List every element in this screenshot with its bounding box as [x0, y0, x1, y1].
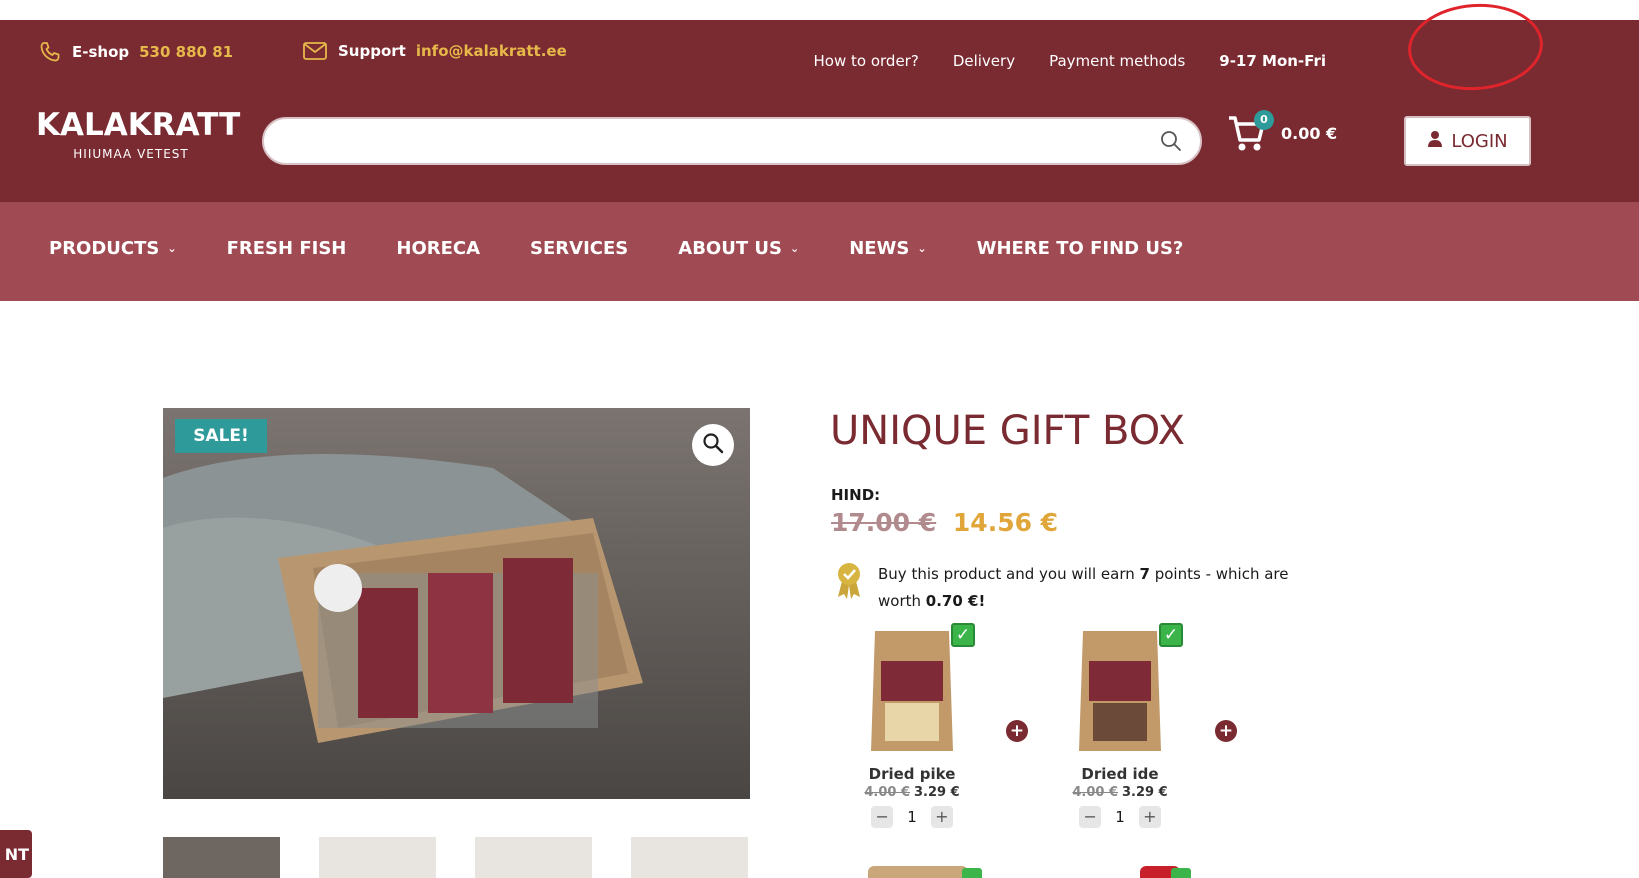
cart[interactable]: 0 0.00 € — [1227, 110, 1338, 154]
bundle-product-image[interactable]: ✓ — [1071, 623, 1183, 755]
nav-horeca-label: HORECA — [396, 238, 481, 259]
nav-news-label: NEWS — [849, 238, 910, 259]
nav-products-label: PRODUCTS — [49, 238, 160, 259]
mail-icon — [302, 40, 328, 62]
check-icon — [962, 868, 982, 878]
cart-total: 0.00 € — [1281, 123, 1338, 143]
bundle-item-price: 4.00 € 3.29 € — [1062, 785, 1178, 800]
nav-where-label: WHERE TO FIND US? — [976, 238, 1184, 259]
points-value: 7 — [1139, 565, 1150, 583]
bundle-item-name: Dried pike — [868, 765, 956, 783]
nav-about-us-label: ABOUT US — [678, 238, 782, 259]
zoom-icon — [702, 432, 724, 458]
quantity-stepper[interactable]: − 1 + — [1062, 806, 1178, 828]
top-links: How to order? Delivery Payment methods 9… — [814, 52, 1326, 70]
check-icon — [1171, 868, 1191, 878]
nav-where-to-find-us[interactable]: WHERE TO FIND US? — [977, 238, 1184, 259]
link-how-to-order[interactable]: How to order? — [814, 52, 919, 70]
bundle-product-image[interactable]: ✓ — [863, 623, 975, 755]
bundle-item-dried-ide[interactable]: ✓ Dried ide 4.00 € 3.29 € − 1 + — [1062, 623, 1183, 828]
support-label: Support — [338, 42, 406, 60]
product-title: UNIQUE GIFT BOX — [830, 408, 1186, 454]
points-text: Buy this product and you will earn — [878, 565, 1135, 583]
search-icon[interactable] — [1160, 130, 1182, 156]
product-price: 17.00 € 14.56 € — [831, 508, 1058, 537]
quantity-stepper[interactable]: − 1 + — [854, 806, 970, 828]
price-label: HIND: — [831, 486, 881, 504]
bundle-item-peek — [868, 866, 968, 878]
bundle-new-price: 3.29 € — [1122, 785, 1168, 800]
login-button[interactable]: LOGIN — [1404, 116, 1531, 166]
cart-icon[interactable] — [1227, 116, 1267, 158]
bundle-old-price: 4.00 € — [864, 785, 910, 800]
plus-icon[interactable]: + — [1138, 806, 1161, 828]
nav-services[interactable]: SERVICES — [530, 238, 628, 259]
product-main-image[interactable] — [163, 408, 750, 799]
eshop-label: E-shop — [72, 43, 130, 61]
eshop-phone-link[interactable]: 530 880 81 — [139, 43, 233, 61]
link-payment-methods[interactable]: Payment methods — [1049, 52, 1185, 70]
plus-icon: + — [1215, 720, 1237, 742]
award-icon — [834, 561, 864, 615]
nav-services-label: SERVICES — [530, 238, 629, 259]
nav-about-us[interactable]: ABOUT US ⌄ — [678, 238, 799, 259]
bundle-old-price: 4.00 € — [1072, 785, 1118, 800]
user-icon — [1427, 130, 1443, 153]
chevron-down-icon: ⌄ — [789, 242, 800, 255]
opening-hours: 9-17 Mon-Fri — [1219, 52, 1326, 70]
logo-brand: KALAKRATT — [36, 107, 241, 143]
zoom-button[interactable] — [692, 424, 734, 466]
eshop-contact[interactable]: E-shop 530 880 81 — [38, 40, 233, 64]
bundle-item-price: 4.00 € 3.29 € — [854, 785, 970, 800]
plus-icon: + — [1006, 720, 1028, 742]
bundle-new-price: 3.29 € — [914, 785, 960, 800]
top-white-strip — [0, 0, 1639, 20]
sale-badge: SALE! — [175, 419, 267, 453]
side-tab[interactable]: NT — [0, 830, 32, 878]
search-bar[interactable] — [262, 117, 1202, 165]
nav-fresh-fish[interactable]: FRESH FISH — [227, 238, 347, 259]
minus-icon[interactable]: − — [1079, 806, 1102, 828]
thumbnail[interactable] — [319, 837, 436, 878]
points-worth: 0.70 € — [925, 592, 979, 610]
link-delivery[interactable]: Delivery — [953, 52, 1015, 70]
nav-horeca[interactable]: HORECA — [396, 238, 480, 259]
nav-products[interactable]: PRODUCTS ⌄ — [49, 238, 177, 259]
points-end: ! — [978, 592, 986, 610]
thumbnail[interactable] — [475, 837, 592, 878]
bundle-item-dried-pike[interactable]: ✓ Dried pike 4.00 € 3.29 € − 1 + — [854, 623, 975, 828]
thumbnail[interactable] — [163, 837, 280, 878]
quantity-value[interactable]: 1 — [907, 808, 917, 826]
points-notice: Buy this product and you will earn 7 poi… — [834, 561, 1324, 615]
nav-fresh-fish-label: FRESH FISH — [226, 238, 347, 259]
sale-price: 14.56 € — [952, 508, 1059, 537]
product-thumbnails — [163, 837, 748, 878]
support-contact[interactable]: Support info@kalakratt.ee — [302, 40, 567, 62]
check-icon[interactable]: ✓ — [951, 623, 975, 647]
login-label: LOGIN — [1451, 130, 1508, 152]
search-input[interactable] — [284, 127, 1144, 157]
nav-news[interactable]: NEWS ⌄ — [849, 238, 926, 259]
minus-icon[interactable]: − — [871, 806, 894, 828]
phone-icon — [38, 40, 62, 64]
support-email-link[interactable]: info@kalakratt.ee — [416, 42, 567, 60]
site-logo[interactable]: KALAKRATT HIIUMAA VETEST — [36, 107, 241, 162]
cart-count-badge: 0 — [1254, 110, 1274, 130]
bundle-item-name: Dried ide — [1081, 765, 1159, 783]
old-price: 17.00 € — [831, 508, 937, 537]
main-nav: PRODUCTS ⌄ FRESH FISH HORECA SERVICES ABO… — [49, 238, 1233, 259]
header — [0, 20, 1639, 202]
plus-icon[interactable]: + — [930, 806, 953, 828]
chevron-down-icon: ⌄ — [167, 242, 177, 255]
check-icon[interactable]: ✓ — [1159, 623, 1183, 647]
logo-tagline: HIIUMAA VETEST — [73, 147, 189, 161]
quantity-value[interactable]: 1 — [1115, 808, 1125, 826]
thumbnail[interactable] — [631, 837, 748, 878]
chevron-down-icon: ⌄ — [917, 242, 927, 255]
